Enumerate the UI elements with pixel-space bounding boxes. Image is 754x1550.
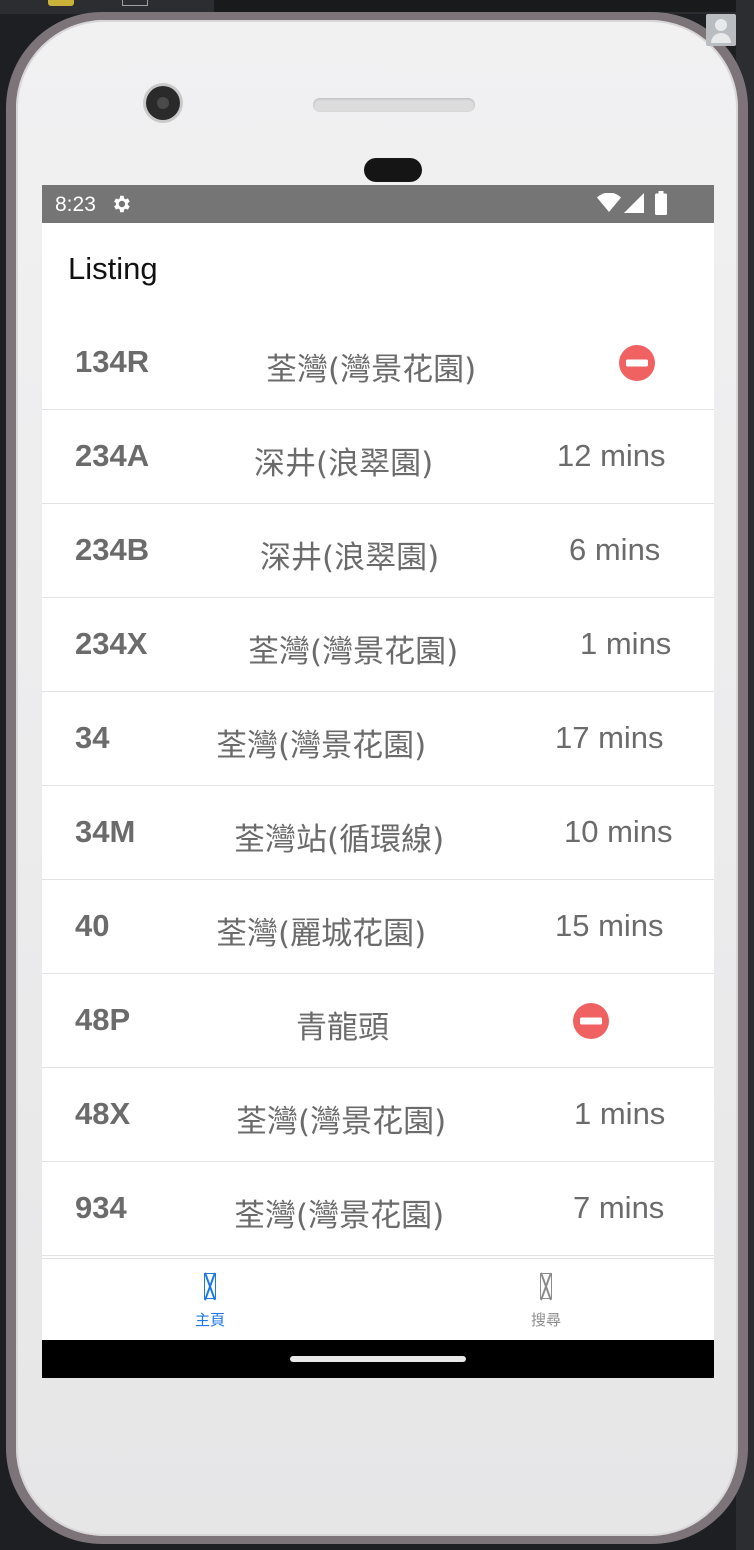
list-item[interactable]: 134R 荃灣(灣景花園): [42, 316, 714, 410]
page-title: Listing: [68, 251, 158, 286]
app-header: Listing: [42, 223, 714, 317]
route-eta: 12 mins: [557, 438, 666, 473]
status-bar: 8:23: [42, 185, 714, 223]
system-nav-bar: [42, 1340, 714, 1378]
route-eta: 6 mins: [569, 532, 661, 567]
route-list[interactable]: 134R 荃灣(灣景花園) 234A 深井(浪翠園) 12 mins 234B …: [42, 316, 714, 1256]
route-destination: 荃灣(麗城花園): [216, 916, 427, 952]
route-number: 234A: [75, 438, 150, 473]
list-item[interactable]: 34 荃灣(灣景花園) 17 mins: [42, 692, 714, 786]
list-item[interactable]: 234B 深井(浪翠園) 6 mins: [42, 504, 714, 598]
route-destination: 荃灣(灣景花園): [266, 352, 477, 388]
route-eta: 15 mins: [555, 908, 664, 943]
ide-tab-marker: [48, 0, 74, 6]
route-destination: 荃灣(灣景花園): [234, 1198, 445, 1234]
no-entry-icon: [619, 345, 655, 381]
proximity-sensor: [364, 158, 422, 182]
status-time: 8:23: [55, 193, 96, 216]
route-number: 48P: [75, 1002, 131, 1037]
list-item[interactable]: 934 荃灣(灣景花園) 7 mins: [42, 1162, 714, 1256]
list-item[interactable]: 48P 青龍頭: [42, 974, 714, 1068]
route-eta: 1 mins: [580, 626, 672, 661]
route-eta: 10 mins: [564, 814, 673, 849]
route-destination: 深井(浪翠園): [254, 446, 434, 482]
list-item[interactable]: 234A 深井(浪翠園) 12 mins: [42, 410, 714, 504]
ide-dark-area: [214, 0, 754, 12]
earpiece-speaker: [313, 98, 475, 112]
tab-search-label: 搜尋: [530, 1311, 561, 1329]
tab-home[interactable]: 主頁: [130, 1259, 290, 1341]
route-number: 34M: [75, 814, 136, 849]
device-screen: 8:23 Listing 134R 荃灣(灣景花園) 234A 深井(浪翠園) …: [42, 185, 714, 1378]
list-item[interactable]: 48X 荃灣(灣景花園) 1 mins: [42, 1068, 714, 1162]
tab-home-label: 主頁: [194, 1311, 225, 1329]
route-eta: 1 mins: [574, 1096, 666, 1131]
signal-icon: [624, 193, 644, 213]
route-destination: 青龍頭: [296, 1010, 389, 1046]
route-number: 234X: [75, 626, 148, 661]
search-tab-icon: [540, 1273, 552, 1299]
route-number: 934: [75, 1190, 127, 1225]
user-icon[interactable]: [706, 14, 736, 46]
route-eta: 7 mins: [573, 1190, 665, 1225]
wifi-icon: [597, 193, 621, 212]
route-destination: 荃灣(灣景花園): [236, 1104, 447, 1140]
gear-icon: [114, 195, 130, 213]
route-destination: 深井(浪翠園): [260, 540, 440, 576]
list-item[interactable]: 40 荃灣(麗城花園) 15 mins: [42, 880, 714, 974]
bottom-tab-bar: 主頁 搜尋: [42, 1258, 714, 1341]
front-camera: [146, 86, 180, 120]
route-number: 48X: [75, 1096, 131, 1131]
battery-icon: [655, 191, 667, 215]
home-indicator[interactable]: [290, 1356, 466, 1362]
route-eta: 17 mins: [555, 720, 664, 755]
home-tab-icon: [204, 1273, 216, 1299]
route-number: 40: [75, 908, 110, 943]
list-item[interactable]: 234X 荃灣(灣景花園) 1 mins: [42, 598, 714, 692]
route-number: 134R: [75, 344, 150, 379]
route-destination: 荃灣站(循環線): [234, 822, 445, 858]
list-item[interactable]: 34M 荃灣站(循環線) 10 mins: [42, 786, 714, 880]
route-number: 234B: [75, 532, 150, 567]
tab-search[interactable]: 搜尋: [466, 1259, 626, 1341]
no-entry-icon: [573, 1003, 609, 1039]
route-destination: 荃灣(灣景花園): [216, 728, 427, 764]
route-destination: 荃灣(灣景花園): [248, 634, 459, 670]
ide-tab-outline: [122, 0, 148, 6]
route-number: 34: [75, 720, 110, 755]
